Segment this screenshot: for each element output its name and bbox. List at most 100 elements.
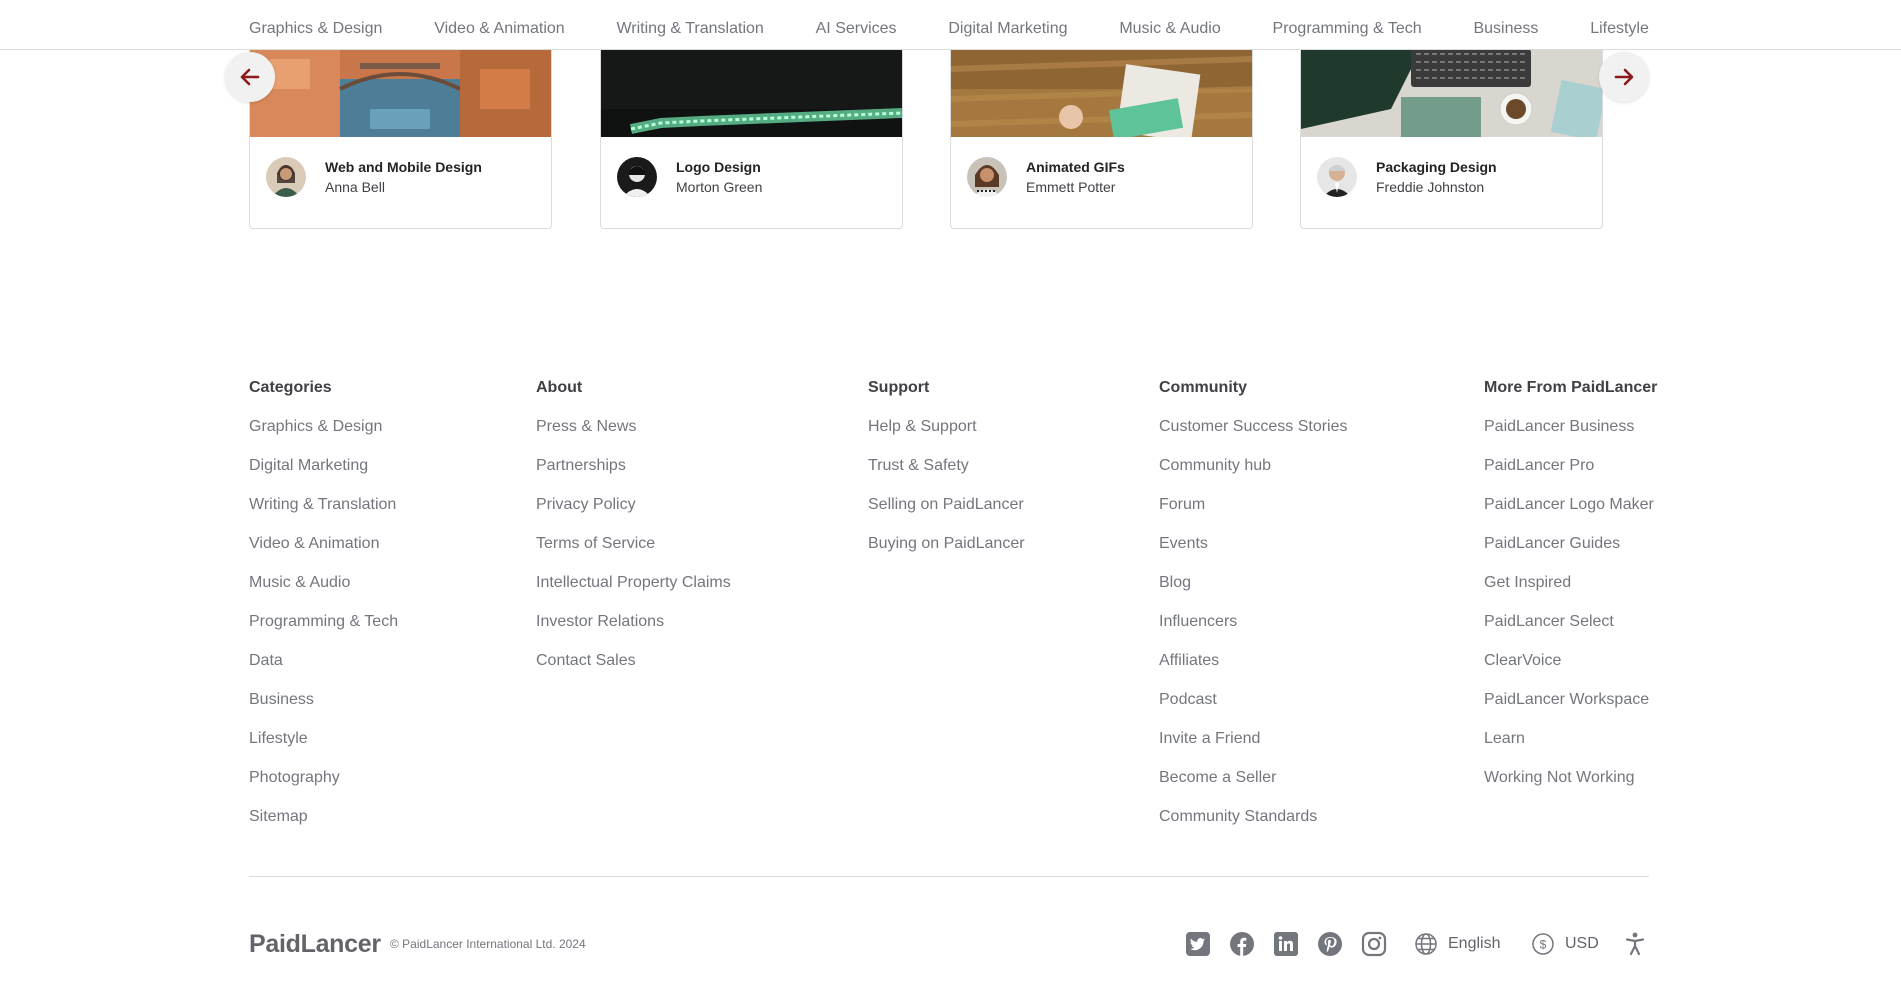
footer-link[interactable]: Customer Success Stories bbox=[1159, 417, 1348, 456]
footer-link[interactable]: PaidLancer Pro bbox=[1484, 456, 1654, 495]
footer-link[interactable]: Events bbox=[1159, 534, 1348, 573]
project-author: Freddie Johnston bbox=[1376, 179, 1485, 195]
project-author: Morton Green bbox=[676, 179, 763, 195]
project-thumbnail bbox=[1301, 49, 1602, 137]
footer-link[interactable]: Terms of Service bbox=[536, 534, 731, 573]
project-card[interactable]: Web and Mobile Design Anna Bell bbox=[249, 49, 552, 229]
facebook-link[interactable] bbox=[1228, 930, 1256, 958]
project-title: Animated GIFs bbox=[1026, 159, 1125, 175]
site-logo[interactable]: PaidLancer bbox=[249, 930, 381, 959]
instagram-icon bbox=[1361, 931, 1387, 957]
project-card[interactable]: Logo Design Morton Green bbox=[600, 49, 903, 229]
project-title: Web and Mobile Design bbox=[325, 159, 482, 175]
footer-link[interactable]: PaidLancer Guides bbox=[1484, 534, 1654, 573]
author-avatar bbox=[967, 157, 1007, 197]
footer-link[interactable]: Influencers bbox=[1159, 612, 1348, 651]
project-card[interactable]: Animated GIFs Emmett Potter bbox=[950, 49, 1253, 229]
footer-column-heading: Community bbox=[1159, 379, 1247, 396]
footer-link[interactable]: Blog bbox=[1159, 573, 1348, 612]
category-nav-item[interactable]: Graphics & Design bbox=[249, 20, 382, 38]
twitter-icon bbox=[1186, 932, 1210, 956]
footer-link[interactable]: Learn bbox=[1484, 729, 1654, 768]
footer-link[interactable]: Contact Sales bbox=[536, 651, 731, 690]
project-author: Emmett Potter bbox=[1026, 179, 1116, 195]
footer-link[interactable]: Buying on PaidLancer bbox=[868, 534, 1025, 573]
footer-divider bbox=[249, 876, 1649, 877]
footer-link[interactable]: Programming & Tech bbox=[249, 612, 398, 651]
footer-link[interactable]: Lifestyle bbox=[249, 729, 398, 768]
footer-link[interactable]: PaidLancer Workspace bbox=[1484, 690, 1654, 729]
project-thumbnail bbox=[951, 49, 1252, 137]
project-author: Anna Bell bbox=[325, 179, 385, 195]
project-thumbnail bbox=[601, 49, 902, 137]
category-nav-item[interactable]: Business bbox=[1473, 20, 1538, 38]
category-nav-item[interactable]: Writing & Translation bbox=[616, 20, 763, 38]
footer-link[interactable]: Business bbox=[249, 690, 398, 729]
currency-label: USD bbox=[1565, 935, 1599, 952]
svg-text:$: $ bbox=[1540, 938, 1547, 952]
category-nav-item[interactable]: Lifestyle bbox=[1590, 20, 1649, 38]
footer-link[interactable]: Music & Audio bbox=[249, 573, 398, 612]
globe-icon bbox=[1415, 933, 1437, 955]
author-avatar bbox=[1317, 157, 1357, 197]
footer-link[interactable]: Working Not Working bbox=[1484, 768, 1654, 807]
footer-link[interactable]: Digital Marketing bbox=[249, 456, 398, 495]
footer-link[interactable]: Video & Animation bbox=[249, 534, 398, 573]
footer-link[interactable]: Photography bbox=[249, 768, 398, 807]
copyright-text: © PaidLancer International Ltd. 2024 bbox=[390, 937, 586, 951]
currency-selector[interactable]: $ USD bbox=[1531, 931, 1599, 957]
footer-link[interactable]: Community Standards bbox=[1159, 807, 1348, 846]
footer-link[interactable]: Podcast bbox=[1159, 690, 1348, 729]
footer-link[interactable]: PaidLancer Logo Maker bbox=[1484, 495, 1654, 534]
language-selector[interactable]: English bbox=[1414, 931, 1500, 957]
footer-column-heading: Categories bbox=[249, 379, 332, 396]
pinterest-icon bbox=[1318, 932, 1342, 956]
footer-column-community: Community Customer Success Stories Commu… bbox=[1159, 378, 1348, 825]
footer-link[interactable]: ClearVoice bbox=[1484, 651, 1654, 690]
carousel-prev-button[interactable] bbox=[225, 52, 275, 102]
category-nav-item[interactable]: Music & Audio bbox=[1119, 20, 1220, 38]
footer-link[interactable]: Sitemap bbox=[249, 807, 398, 846]
linkedin-link[interactable] bbox=[1272, 930, 1300, 958]
category-nav-item[interactable]: Digital Marketing bbox=[948, 20, 1067, 38]
footer-link[interactable]: Forum bbox=[1159, 495, 1348, 534]
footer-bottom-bar: PaidLancer © PaidLancer International Lt… bbox=[249, 924, 1649, 964]
instagram-link[interactable] bbox=[1360, 930, 1388, 958]
pinterest-link[interactable] bbox=[1316, 930, 1344, 958]
footer-link[interactable]: Graphics & Design bbox=[249, 417, 398, 456]
category-nav-item[interactable]: Programming & Tech bbox=[1273, 20, 1422, 38]
twitter-link[interactable] bbox=[1184, 930, 1212, 958]
footer-link[interactable]: Become a Seller bbox=[1159, 768, 1348, 807]
footer-column-about: About Press & News Partnerships Privacy … bbox=[536, 378, 731, 669]
category-nav-item[interactable]: Video & Animation bbox=[434, 20, 564, 38]
project-card[interactable]: Packaging Design Freddie Johnston bbox=[1300, 49, 1603, 229]
footer-column-heading: Support bbox=[868, 379, 930, 396]
footer-link[interactable]: Intellectual Property Claims bbox=[536, 573, 731, 612]
footer-link[interactable]: Get Inspired bbox=[1484, 573, 1654, 612]
project-thumbnail bbox=[250, 49, 551, 137]
footer-link[interactable]: Investor Relations bbox=[536, 612, 731, 651]
project-title: Logo Design bbox=[676, 159, 761, 175]
footer-column-heading: More From PaidLancer bbox=[1484, 379, 1658, 396]
footer-link[interactable]: Affiliates bbox=[1159, 651, 1348, 690]
footer-link[interactable]: Writing & Translation bbox=[249, 495, 398, 534]
project-carousel: Web and Mobile Design Anna Bell Logo Des… bbox=[249, 49, 1649, 229]
accessibility-button[interactable] bbox=[1621, 930, 1649, 958]
footer-link[interactable]: Help & Support bbox=[868, 417, 1025, 456]
footer-link[interactable]: Selling on PaidLancer bbox=[868, 495, 1025, 534]
facebook-icon bbox=[1230, 932, 1254, 956]
footer-link[interactable]: Invite a Friend bbox=[1159, 729, 1348, 768]
footer-link[interactable]: Community hub bbox=[1159, 456, 1348, 495]
footer-link[interactable]: PaidLancer Select bbox=[1484, 612, 1654, 651]
category-nav-item[interactable]: AI Services bbox=[816, 20, 897, 38]
linkedin-icon bbox=[1274, 932, 1298, 956]
carousel-next-button[interactable] bbox=[1599, 52, 1649, 102]
project-title: Packaging Design bbox=[1376, 159, 1497, 175]
footer-link[interactable]: Trust & Safety bbox=[868, 456, 1025, 495]
footer-link[interactable]: PaidLancer Business bbox=[1484, 417, 1654, 456]
footer-link[interactable]: Privacy Policy bbox=[536, 495, 731, 534]
footer-link[interactable]: Partnerships bbox=[536, 456, 731, 495]
category-nav: Graphics & Design Video & Animation Writ… bbox=[0, 8, 1901, 50]
footer-link[interactable]: Press & News bbox=[536, 417, 731, 456]
footer-link[interactable]: Data bbox=[249, 651, 398, 690]
